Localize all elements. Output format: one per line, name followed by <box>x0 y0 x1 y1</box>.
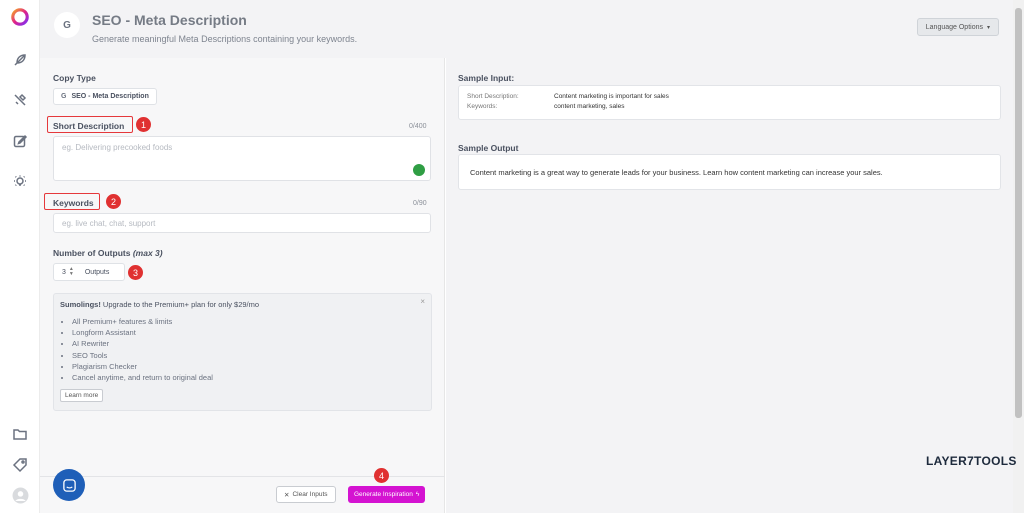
sample-input-card: Short Description: Content marketing is … <box>458 85 1001 120</box>
emoji-icon[interactable] <box>413 164 425 176</box>
page-title: SEO - Meta Description <box>92 12 247 28</box>
logo-icon[interactable] <box>11 8 29 26</box>
page-header: G SEO - Meta Description Generate meanin… <box>40 0 1013 58</box>
tools-icon[interactable] <box>11 91 29 109</box>
language-options-button[interactable]: Language Options ▾ <box>916 18 999 36</box>
google-icon: G <box>61 93 67 100</box>
chat-icon <box>62 478 76 492</box>
lightning-icon: ϟ <box>415 491 420 498</box>
chat-launcher-button[interactable] <box>53 469 85 501</box>
sample-keywords-key: Keywords: <box>467 103 498 110</box>
outputs-hint: (max 3) <box>132 248 163 258</box>
bulb-icon[interactable] <box>11 173 29 191</box>
close-icon[interactable]: × <box>420 297 425 306</box>
copy-type-label: Copy Type <box>53 73 96 83</box>
sidebar-rail <box>0 0 40 513</box>
short-description-input[interactable]: eg. Delivering precooked foods <box>53 136 431 181</box>
google-icon: G <box>54 12 80 38</box>
outputs-unit: Outputs <box>84 268 110 276</box>
step-badge-2: 2 <box>106 194 121 209</box>
sample-keywords-value: content marketing, sales <box>554 103 625 110</box>
tag-icon[interactable] <box>11 456 29 474</box>
page-subtitle: Generate meaningful Meta Descriptions co… <box>92 34 358 44</box>
list-item: AI Rewriter <box>72 338 425 349</box>
step-badge-4: 4 <box>374 468 389 483</box>
sample-input-label: Sample Input: <box>458 73 515 83</box>
sample-short-description-key: Short Description: <box>467 93 519 100</box>
clear-inputs-label: Clear Inputs <box>292 491 328 498</box>
scrollbar[interactable] <box>1013 0 1024 513</box>
generate-inspiration-button[interactable]: Generate Inspiration ϟ <box>348 486 426 503</box>
caret-down-icon: ▾ <box>986 24 990 31</box>
outputs-stepper[interactable]: 3 ▲ ▼ Outputs <box>53 263 125 281</box>
list-item: Cancel anytime, and return to original d… <box>72 372 425 383</box>
promo-brand: Sumolings! <box>60 300 101 309</box>
list-item: SEO Tools <box>72 350 425 361</box>
short-description-label: Short Description <box>53 121 125 131</box>
avatar[interactable] <box>11 486 29 504</box>
step-badge-1: 1 <box>136 117 151 132</box>
promo-box: Sumolings! Upgrade to the Premium+ plan … <box>53 293 432 411</box>
keywords-counter: 0/90 <box>413 200 427 207</box>
promo-feature-list: All Premium+ features & limits Longform … <box>60 316 425 383</box>
edit-icon[interactable] <box>11 132 29 150</box>
copy-type-value: SEO - Meta Description <box>71 93 149 100</box>
x-icon: ✕ <box>284 491 290 499</box>
promo-headline: Sumolings! Upgrade to the Premium+ plan … <box>60 300 425 309</box>
feather-icon[interactable] <box>11 51 29 69</box>
learn-more-button[interactable]: Learn more <box>60 389 104 403</box>
list-item: All Premium+ features & limits <box>72 316 425 327</box>
outputs-value: 3 <box>62 268 66 276</box>
keywords-input[interactable]: eg. live chat, chat, support <box>53 213 431 233</box>
clear-inputs-button[interactable]: ✕ Clear Inputs <box>276 486 336 503</box>
sample-output-text: Content marketing is a great way to gene… <box>470 168 883 177</box>
short-description-counter: 0/400 <box>409 123 427 130</box>
outputs-label-text: Number of Outputs <box>53 248 131 258</box>
sample-short-description-value: Content marketing is important for sales <box>554 93 669 100</box>
app-root: G SEO - Meta Description Generate meanin… <box>0 0 1024 513</box>
outputs-label: Number of Outputs (max 3) <box>53 248 163 258</box>
list-item: Plagiarism Checker <box>72 361 425 372</box>
step-badge-3: 3 <box>128 265 143 280</box>
list-item: Longform Assistant <box>72 327 425 338</box>
form-panel: Copy Type G SEO - Meta Description Short… <box>40 58 445 513</box>
watermark-logo: LAYER7TOOLS <box>926 454 1017 468</box>
copy-type-chip[interactable]: G SEO - Meta Description <box>53 88 157 105</box>
sample-panel: Sample Input: Short Description: Content… <box>446 58 1013 513</box>
promo-text: Upgrade to the Premium+ plan for only $2… <box>100 300 260 309</box>
language-options-label: Language Options <box>925 23 983 31</box>
sample-output-label: Sample Output <box>458 143 519 153</box>
sample-output-card: Content marketing is a great way to gene… <box>458 154 1001 190</box>
folder-icon[interactable] <box>11 425 29 443</box>
scrollbar-thumb[interactable] <box>1015 8 1022 418</box>
generate-label: Generate Inspiration <box>354 491 413 498</box>
spinner-icon[interactable]: ▲ ▼ <box>69 267 74 277</box>
keywords-label: Keywords <box>53 198 94 208</box>
